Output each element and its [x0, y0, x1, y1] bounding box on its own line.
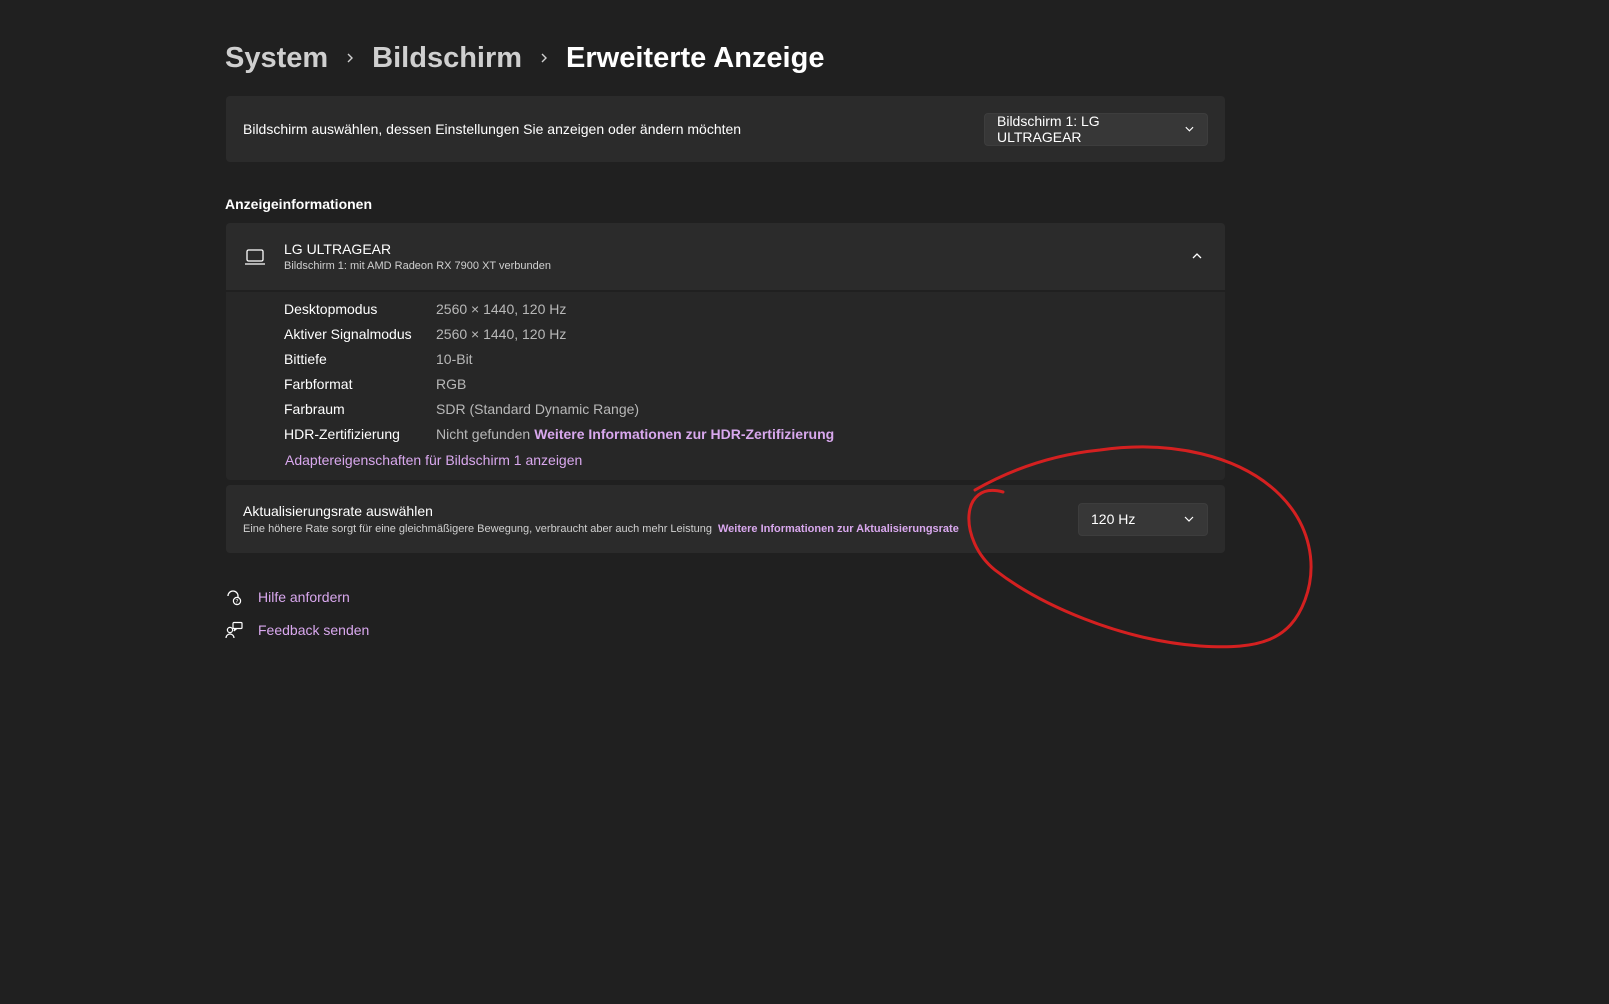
page-title: Erweiterte Anzeige — [566, 41, 825, 74]
monitor-subtitle: Bildschirm 1: mit AMD Radeon RX 7900 XT … — [284, 260, 551, 272]
info-row-bit-depth: Bittiefe 10-Bit — [284, 349, 473, 369]
feedback-icon — [225, 621, 243, 639]
refresh-rate-value: 120 Hz — [1091, 511, 1136, 527]
info-label: Farbformat — [284, 376, 353, 392]
info-value: Nicht gefunden — [436, 426, 531, 442]
breadcrumb-system[interactable]: System — [225, 42, 328, 75]
monitor-name: LG ULTRAGEAR — [284, 241, 392, 257]
display-info-details: Desktopmodus 2560 × 1440, 120 Hz Aktiver… — [226, 292, 1225, 480]
info-value: 2560 × 1440, 120 Hz — [436, 326, 567, 342]
collapse-button[interactable] — [1186, 245, 1208, 267]
info-value: 2560 × 1440, 120 Hz — [436, 301, 567, 317]
help-chat-icon: ? — [227, 590, 242, 606]
info-label: Farbraum — [284, 401, 345, 417]
adapter-properties-link[interactable]: Adaptereigenschaften für Bildschirm 1 an… — [285, 452, 582, 468]
send-feedback-link[interactable]: Feedback senden — [225, 621, 369, 639]
display-selector-label: Bildschirm auswählen, dessen Einstellung… — [243, 121, 742, 137]
display-select-dropdown[interactable]: Bildschirm 1: LG ULTRAGEAR — [984, 112, 1208, 146]
chevron-right-icon — [328, 52, 372, 64]
hdr-info-link[interactable]: Weitere Informationen zur HDR-Zertifizie… — [534, 426, 834, 442]
display-info-heading: LG ULTRAGEAR Bildschirm 1: mit AMD Radeo… — [284, 241, 551, 272]
svg-text:?: ? — [235, 599, 238, 606]
info-value: RGB — [436, 376, 467, 392]
info-value: SDR (Standard Dynamic Range) — [436, 401, 640, 417]
info-row-signal-mode: Aktiver Signalmodus 2560 × 1440, 120 Hz — [284, 324, 566, 344]
info-label: Aktiver Signalmodus — [284, 326, 412, 342]
chevron-down-icon — [1185, 126, 1194, 132]
settings-page: System Bildschirm Erweiterte Anzeige Bil… — [0, 0, 1609, 1004]
display-info-header[interactable]: LG ULTRAGEAR Bildschirm 1: mit AMD Radeo… — [226, 223, 1225, 290]
get-help-link[interactable]: ? Hilfe anfordern — [225, 588, 350, 606]
refresh-rate-card: Aktualisierungsrate auswählen Eine höher… — [226, 485, 1225, 553]
display-selector-card: Bildschirm auswählen, dessen Einstellung… — [226, 96, 1225, 162]
info-row-color-space: Farbraum SDR (Standard Dynamic Range) — [284, 399, 639, 419]
refresh-rate-text: Aktualisierungsrate auswählen Eine höher… — [243, 503, 959, 535]
info-label: Desktopmodus — [284, 301, 378, 317]
info-row-hdr-certification: HDR-Zertifizierung Nicht gefunden Weiter… — [284, 424, 834, 444]
chevron-right-icon — [522, 52, 566, 64]
get-help-label: Hilfe anfordern — [258, 589, 350, 605]
send-feedback-label: Feedback senden — [258, 622, 370, 638]
display-select-value: Bildschirm 1: LG ULTRAGEAR — [997, 113, 1100, 145]
refresh-rate-dropdown[interactable]: 120 Hz — [1078, 502, 1208, 536]
breadcrumb: System Bildschirm Erweiterte Anzeige — [225, 36, 824, 80]
laptop-icon — [245, 248, 265, 265]
refresh-rate-description-text: Eine höhere Rate sorgt für eine gleichmä… — [243, 523, 712, 535]
info-label: Bittiefe — [284, 351, 327, 367]
chevron-down-icon — [1184, 516, 1194, 522]
info-label: HDR-Zertifizierung — [284, 426, 400, 442]
refresh-rate-info-link[interactable]: Weitere Informationen zur Aktualisierung… — [718, 523, 959, 535]
refresh-rate-description: Eine höhere Rate sorgt für eine gleichmä… — [243, 523, 959, 535]
section-title-display-info: Anzeigeinformationen — [225, 196, 373, 212]
info-row-desktop-mode: Desktopmodus 2560 × 1440, 120 Hz — [284, 299, 566, 319]
info-row-color-format: Farbformat RGB — [284, 374, 466, 394]
info-value: 10-Bit — [436, 351, 473, 367]
refresh-rate-title: Aktualisierungsrate auswählen — [243, 503, 433, 519]
chevron-up-icon — [1192, 253, 1202, 259]
breadcrumb-bildschirm[interactable]: Bildschirm — [372, 42, 522, 75]
